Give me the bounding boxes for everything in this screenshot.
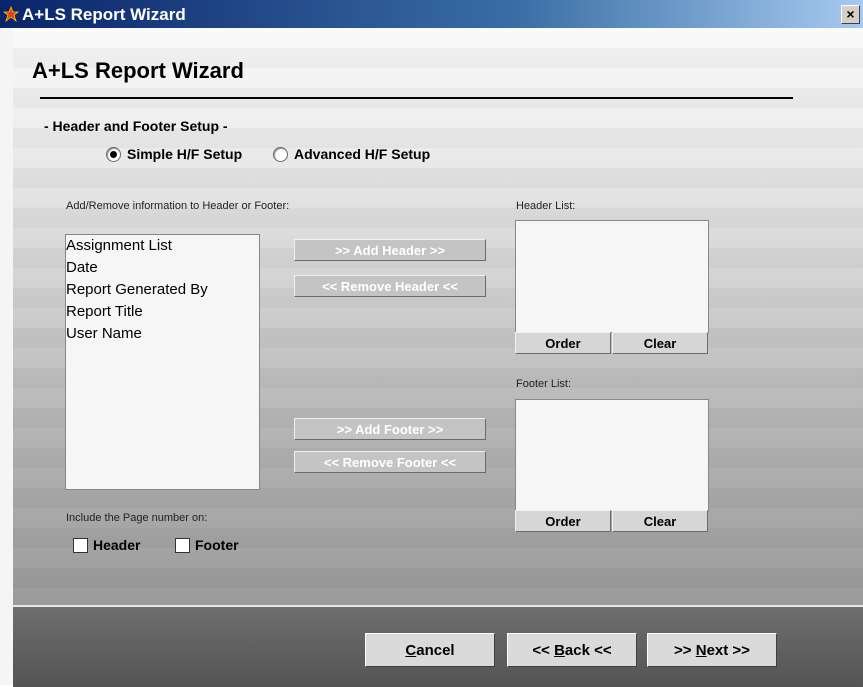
next-mnemonic: N <box>695 642 707 659</box>
close-button[interactable]: × <box>841 5 860 24</box>
advanced-setup-label: Advanced H/F Setup <box>294 146 431 162</box>
remove-header-button[interactable]: << Remove Header << <box>294 275 486 297</box>
add-footer-button[interactable]: >> Add Footer >> <box>294 418 486 440</box>
cancel-label: ancel <box>416 642 455 659</box>
footer-list-label: Footer List: <box>516 378 572 390</box>
back-label: ack << <box>564 642 612 659</box>
simple-setup-option[interactable]: Simple H/F Setup <box>106 146 242 162</box>
footer-list[interactable] <box>515 399 709 512</box>
footer-clear-button[interactable]: Clear <box>612 510 708 532</box>
title-divider <box>40 97 793 99</box>
header-order-button[interactable]: Order <box>515 332 611 354</box>
available-items-list[interactable]: Assignment List Date Report Generated By… <box>65 234 260 490</box>
list-item[interactable]: Date <box>66 257 259 279</box>
back-prefix: << <box>532 642 555 659</box>
next-prefix: >> <box>674 642 696 659</box>
checkbox-icon[interactable] <box>73 537 88 553</box>
next-label: ext >> <box>706 642 750 659</box>
header-list-label: Header List: <box>516 200 576 212</box>
simple-setup-label: Simple H/F Setup <box>127 146 243 162</box>
remove-footer-button[interactable]: << Remove Footer << <box>294 451 486 473</box>
page-title: A+LS Report Wizard <box>32 58 244 83</box>
header-clear-button[interactable]: Clear <box>612 332 708 354</box>
footer-order-button[interactable]: Order <box>515 510 611 532</box>
list-item[interactable]: Report Generated By <box>66 279 259 301</box>
list-item[interactable]: Report Title <box>66 301 259 323</box>
checkbox-footer-label: Footer <box>195 537 239 553</box>
back-button[interactable]: << Back << <box>507 633 637 667</box>
radio-unselected-icon[interactable] <box>273 146 288 162</box>
cancel-mnemonic: C <box>405 642 417 659</box>
page-number-footer-checkbox[interactable]: Footer <box>175 537 239 553</box>
checkbox-icon[interactable] <box>175 537 190 553</box>
list-item[interactable]: User Name <box>66 323 259 345</box>
page-number-label: Include the Page number on: <box>66 512 208 524</box>
window-title: A+LS Report Wizard <box>22 5 186 24</box>
radio-selected-icon[interactable] <box>106 146 121 162</box>
add-header-button[interactable]: >> Add Header >> <box>294 239 486 261</box>
cancel-button[interactable]: Cancel <box>365 633 495 667</box>
header-list[interactable] <box>515 220 709 333</box>
title-bar: A+LS Report Wizard × <box>0 0 863 28</box>
available-label: Add/Remove information to Header or Foot… <box>66 200 290 212</box>
back-mnemonic: B <box>554 642 565 659</box>
section-heading: - Header and Footer Setup - <box>44 118 228 134</box>
left-edge <box>0 28 14 685</box>
app-logo-icon <box>3 6 19 22</box>
checkbox-header-label: Header <box>93 537 141 553</box>
page-number-header-checkbox[interactable]: Header <box>73 537 140 553</box>
list-item[interactable]: Assignment List <box>66 235 259 257</box>
advanced-setup-option[interactable]: Advanced H/F Setup <box>273 146 430 162</box>
next-button[interactable]: >> Next >> <box>647 633 777 667</box>
